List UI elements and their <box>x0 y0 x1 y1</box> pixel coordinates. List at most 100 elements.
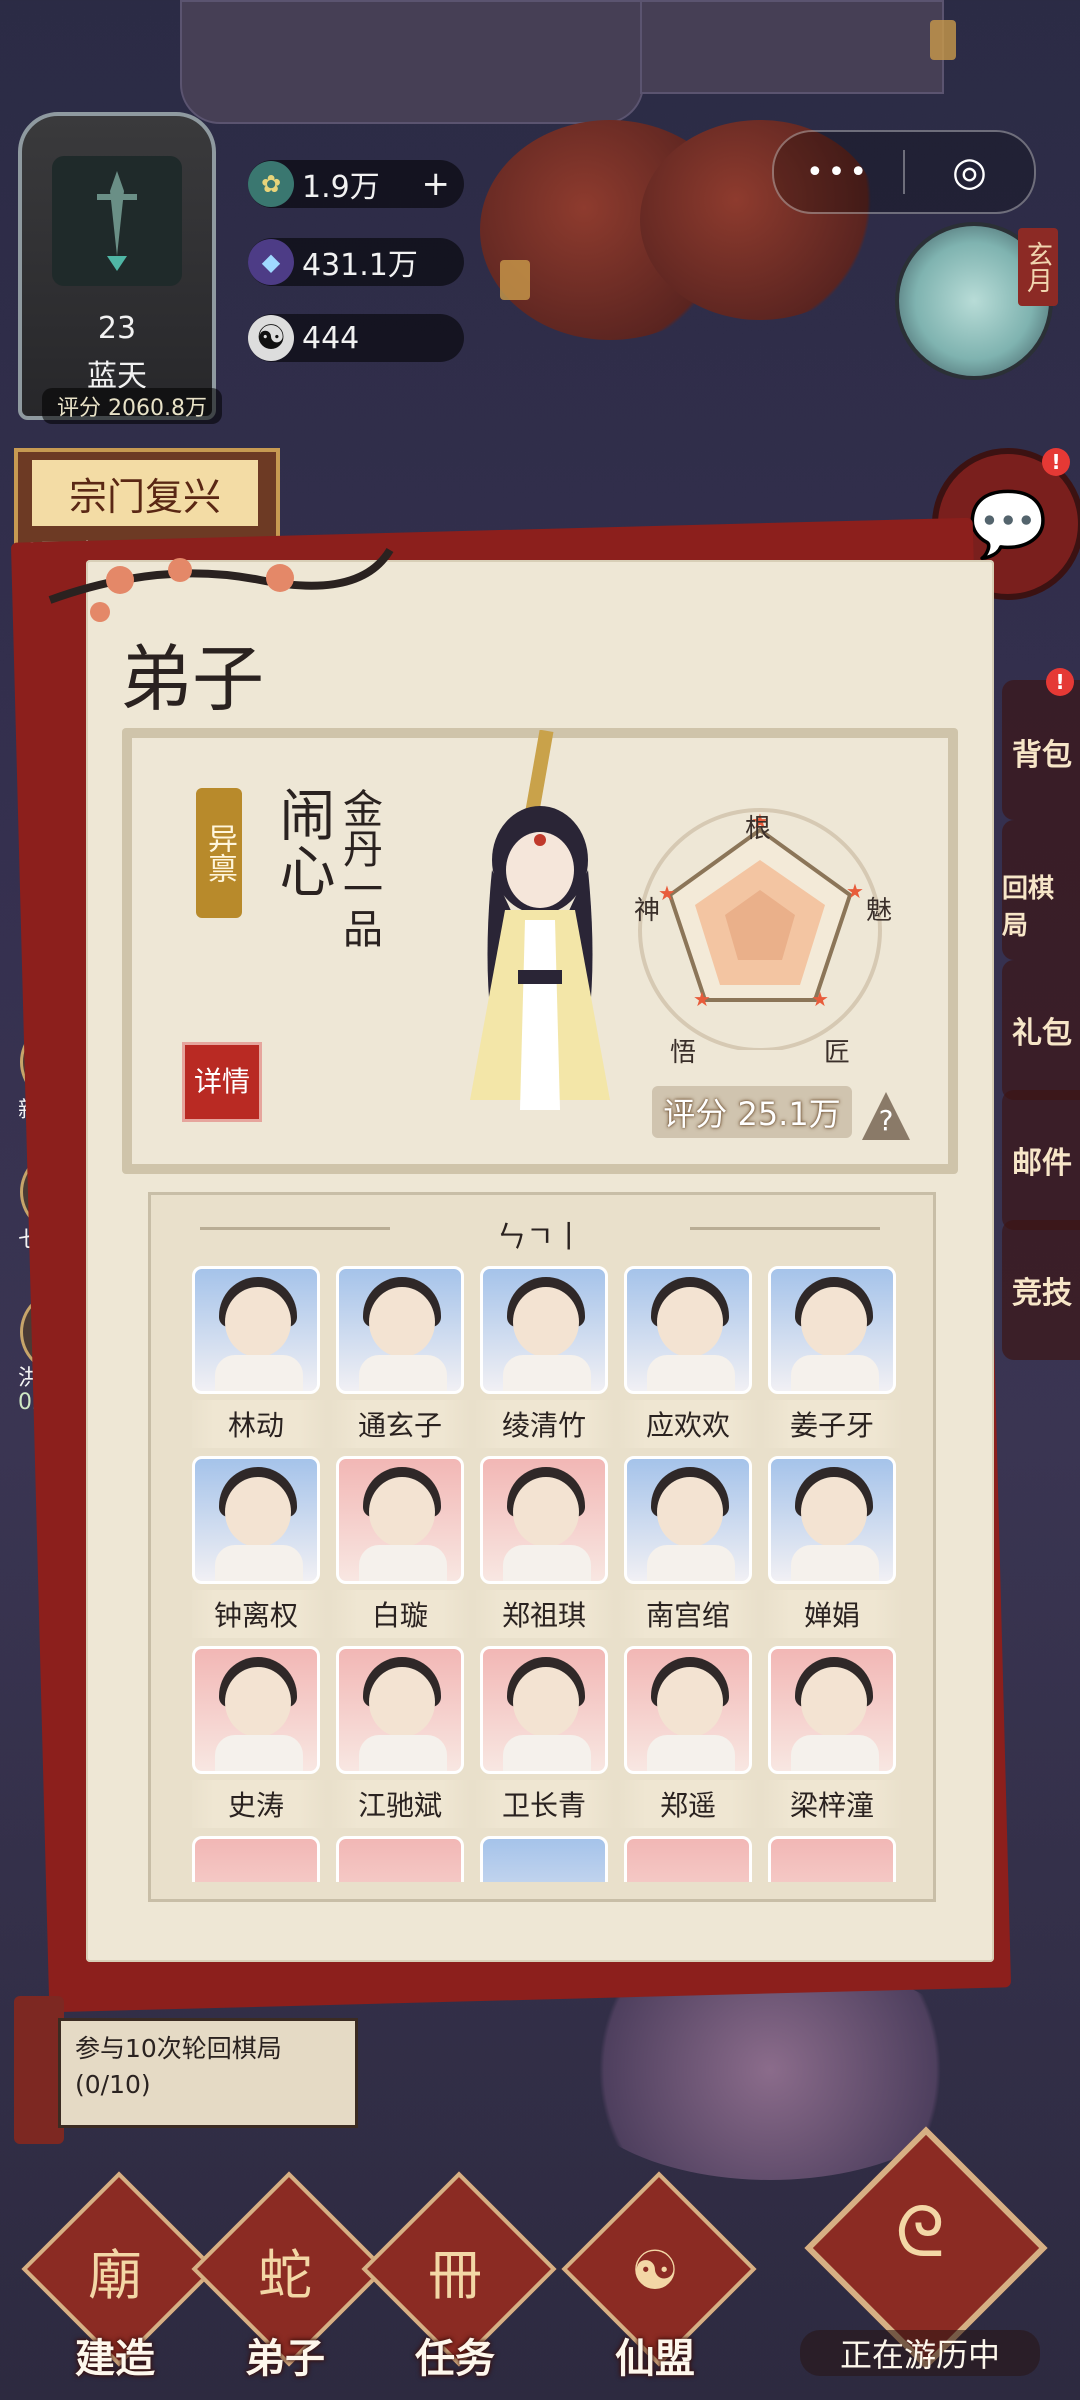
background-lantern <box>500 260 530 300</box>
disciple-card[interactable] <box>192 1836 320 1882</box>
resource-yin-yang[interactable]: ☯ 444 <box>248 314 464 362</box>
disciple-portrait <box>336 1456 464 1584</box>
portrait-head <box>369 1667 435 1737</box>
menu-gift-pack-label: 礼包 <box>1012 1016 1072 1051</box>
background-building <box>180 0 644 124</box>
portrait-body <box>647 1735 735 1771</box>
disciple-portrait <box>336 1836 464 1882</box>
portrait-body <box>215 1545 303 1581</box>
portrait-body <box>215 1735 303 1771</box>
disciple-card[interactable] <box>624 1836 752 1882</box>
disciple-portrait <box>480 1266 608 1394</box>
disciple-card[interactable]: 卫长青 <box>474 1646 614 1828</box>
nav-alliance[interactable]: ☯ 仙盟 <box>561 2171 757 2382</box>
sect-emblem[interactable]: 23 蓝天 评分 2060.8万 <box>18 112 222 424</box>
menu-mail-label: 邮件 <box>1012 1146 1072 1181</box>
more-options-button[interactable]: ••• <box>774 132 903 212</box>
portrait-body <box>359 1735 447 1771</box>
swirl-icon: ᘓ <box>895 2190 945 2273</box>
disciple-card[interactable] <box>336 1836 464 1882</box>
nav-build-label: 建造 <box>75 2335 155 2382</box>
svg-text:★: ★ <box>693 987 711 1011</box>
quest-tracker[interactable]: 参与10次轮回棋局(0/10) <box>58 2018 358 2128</box>
portrait-head <box>369 1287 435 1357</box>
disciple-portrait <box>768 1836 896 1882</box>
portrait-body <box>647 1355 735 1391</box>
disciple-portrait <box>192 1646 320 1774</box>
disciple-name: 林动 <box>192 1400 326 1448</box>
travel-button[interactable]: ᘓ 正在游历中 <box>800 2126 1048 2376</box>
disciple-portrait <box>480 1646 608 1774</box>
disciple-card[interactable]: 通玄子 <box>330 1266 470 1448</box>
portrait-body <box>791 1355 879 1391</box>
background-building <box>640 0 944 94</box>
disciple-name: 钟离权 <box>192 1590 326 1638</box>
disciple-name: 梁梓潼 <box>762 1780 902 1828</box>
character-portrait[interactable] <box>440 730 640 1130</box>
portrait-head <box>513 1477 579 1547</box>
portrait-head <box>801 1287 867 1357</box>
disciple-card[interactable]: 梁梓潼 <box>762 1646 902 1828</box>
disciple-card[interactable]: 婵娟 <box>762 1456 902 1638</box>
disciple-name: 婵娟 <box>762 1590 902 1638</box>
disciple-card[interactable]: 史涛 <box>192 1646 326 1828</box>
disciple-name: 江驰斌 <box>330 1780 470 1828</box>
disciple-card[interactable]: 白璇 <box>330 1456 470 1638</box>
nav-tasks[interactable]: 冊 任务 <box>361 2171 557 2382</box>
sect-revival-title: 宗门复兴 <box>32 460 258 526</box>
menu-backpack[interactable]: 背包 <box>1002 680 1080 820</box>
portrait-body <box>359 1545 447 1581</box>
disciple-card[interactable]: 郑遥 <box>618 1646 758 1828</box>
disciple-name: 南宫绾 <box>618 1590 758 1638</box>
miniprogram-capsule: ••• ◎ <box>772 130 1036 214</box>
disciple-portrait <box>192 1266 320 1394</box>
portrait-body <box>791 1735 879 1771</box>
disciple-card[interactable]: 绫清竹 <box>474 1266 614 1448</box>
disciple-card[interactable]: 郑祖琪 <box>474 1456 614 1638</box>
disciple-card[interactable]: 应欢欢 <box>618 1266 758 1448</box>
stat-spirit-label: 神 <box>634 896 661 926</box>
menu-gift-pack[interactable]: 礼包 <box>1002 960 1080 1100</box>
portrait-body <box>359 1355 447 1391</box>
detail-button[interactable]: 详情 <box>182 1042 262 1122</box>
yin-yang-icon: ☯ <box>248 315 294 361</box>
portrait-head <box>369 1477 435 1547</box>
background-lantern <box>930 20 956 60</box>
nav-build[interactable]: 廟 建造 <box>21 2171 217 2382</box>
spirit-stone-icon: ✿ <box>248 161 294 207</box>
menu-mail[interactable]: 邮件 <box>1002 1090 1080 1230</box>
building-icon: 廟 <box>88 2243 142 2307</box>
sword-icon <box>52 156 182 286</box>
disciple-card[interactable]: 林动 <box>192 1266 326 1448</box>
disciple-card[interactable] <box>480 1836 608 1882</box>
portrait-body <box>503 1735 591 1771</box>
portrait-head <box>513 1287 579 1357</box>
nav-alliance-label: 仙盟 <box>615 2335 695 2382</box>
close-program-button[interactable]: ◎ <box>905 132 1034 212</box>
disciple-list: 林动 通玄子 绫清竹 应欢欢 姜子牙钟离权 白璇 郑祖琪 南宫绾 婵娟史涛 江驰斌 卫长青 郑遥 梁梓潼 <box>192 1266 912 1882</box>
disciple-card[interactable]: 南宫绾 <box>618 1456 758 1638</box>
disciple-card[interactable] <box>768 1836 896 1882</box>
disciple-portrait <box>624 1456 752 1584</box>
moon-phase-label: 玄月 <box>1018 228 1058 306</box>
portrait-head <box>657 1667 723 1737</box>
nav-disciples-label: 弟子 <box>245 2335 325 2382</box>
resource-crystal[interactable]: ◆ 431.1万 <box>248 238 464 286</box>
resource-spirit-stone[interactable]: ✿ 1.9万 + <box>248 160 464 208</box>
menu-chess[interactable]: 回棋局 <box>1002 820 1080 960</box>
portrait-body <box>791 1545 879 1581</box>
disciple-name: 白璇 <box>330 1590 470 1638</box>
nav-tasks-label: 任务 <box>415 2335 495 2382</box>
menu-arena[interactable]: 竞技 <box>1002 1220 1080 1360</box>
add-resource-button[interactable]: + <box>422 164 451 204</box>
disciple-portrait <box>480 1456 608 1584</box>
character-score: 评分 25.1万 <box>652 1086 852 1138</box>
disciple-portrait <box>624 1266 752 1394</box>
disciple-card[interactable]: 钟离权 <box>192 1456 326 1638</box>
disciple-card[interactable]: 姜子牙 <box>762 1266 902 1448</box>
disciple-card[interactable]: 江驰斌 <box>330 1646 470 1828</box>
grid-header: ㄣㄱ丨 <box>496 1220 584 1255</box>
nav-disciples[interactable]: 蛇 弟子 <box>191 2171 387 2382</box>
resource-value: 1.9万 <box>302 170 380 205</box>
disciple-name: 姜子牙 <box>762 1400 902 1448</box>
